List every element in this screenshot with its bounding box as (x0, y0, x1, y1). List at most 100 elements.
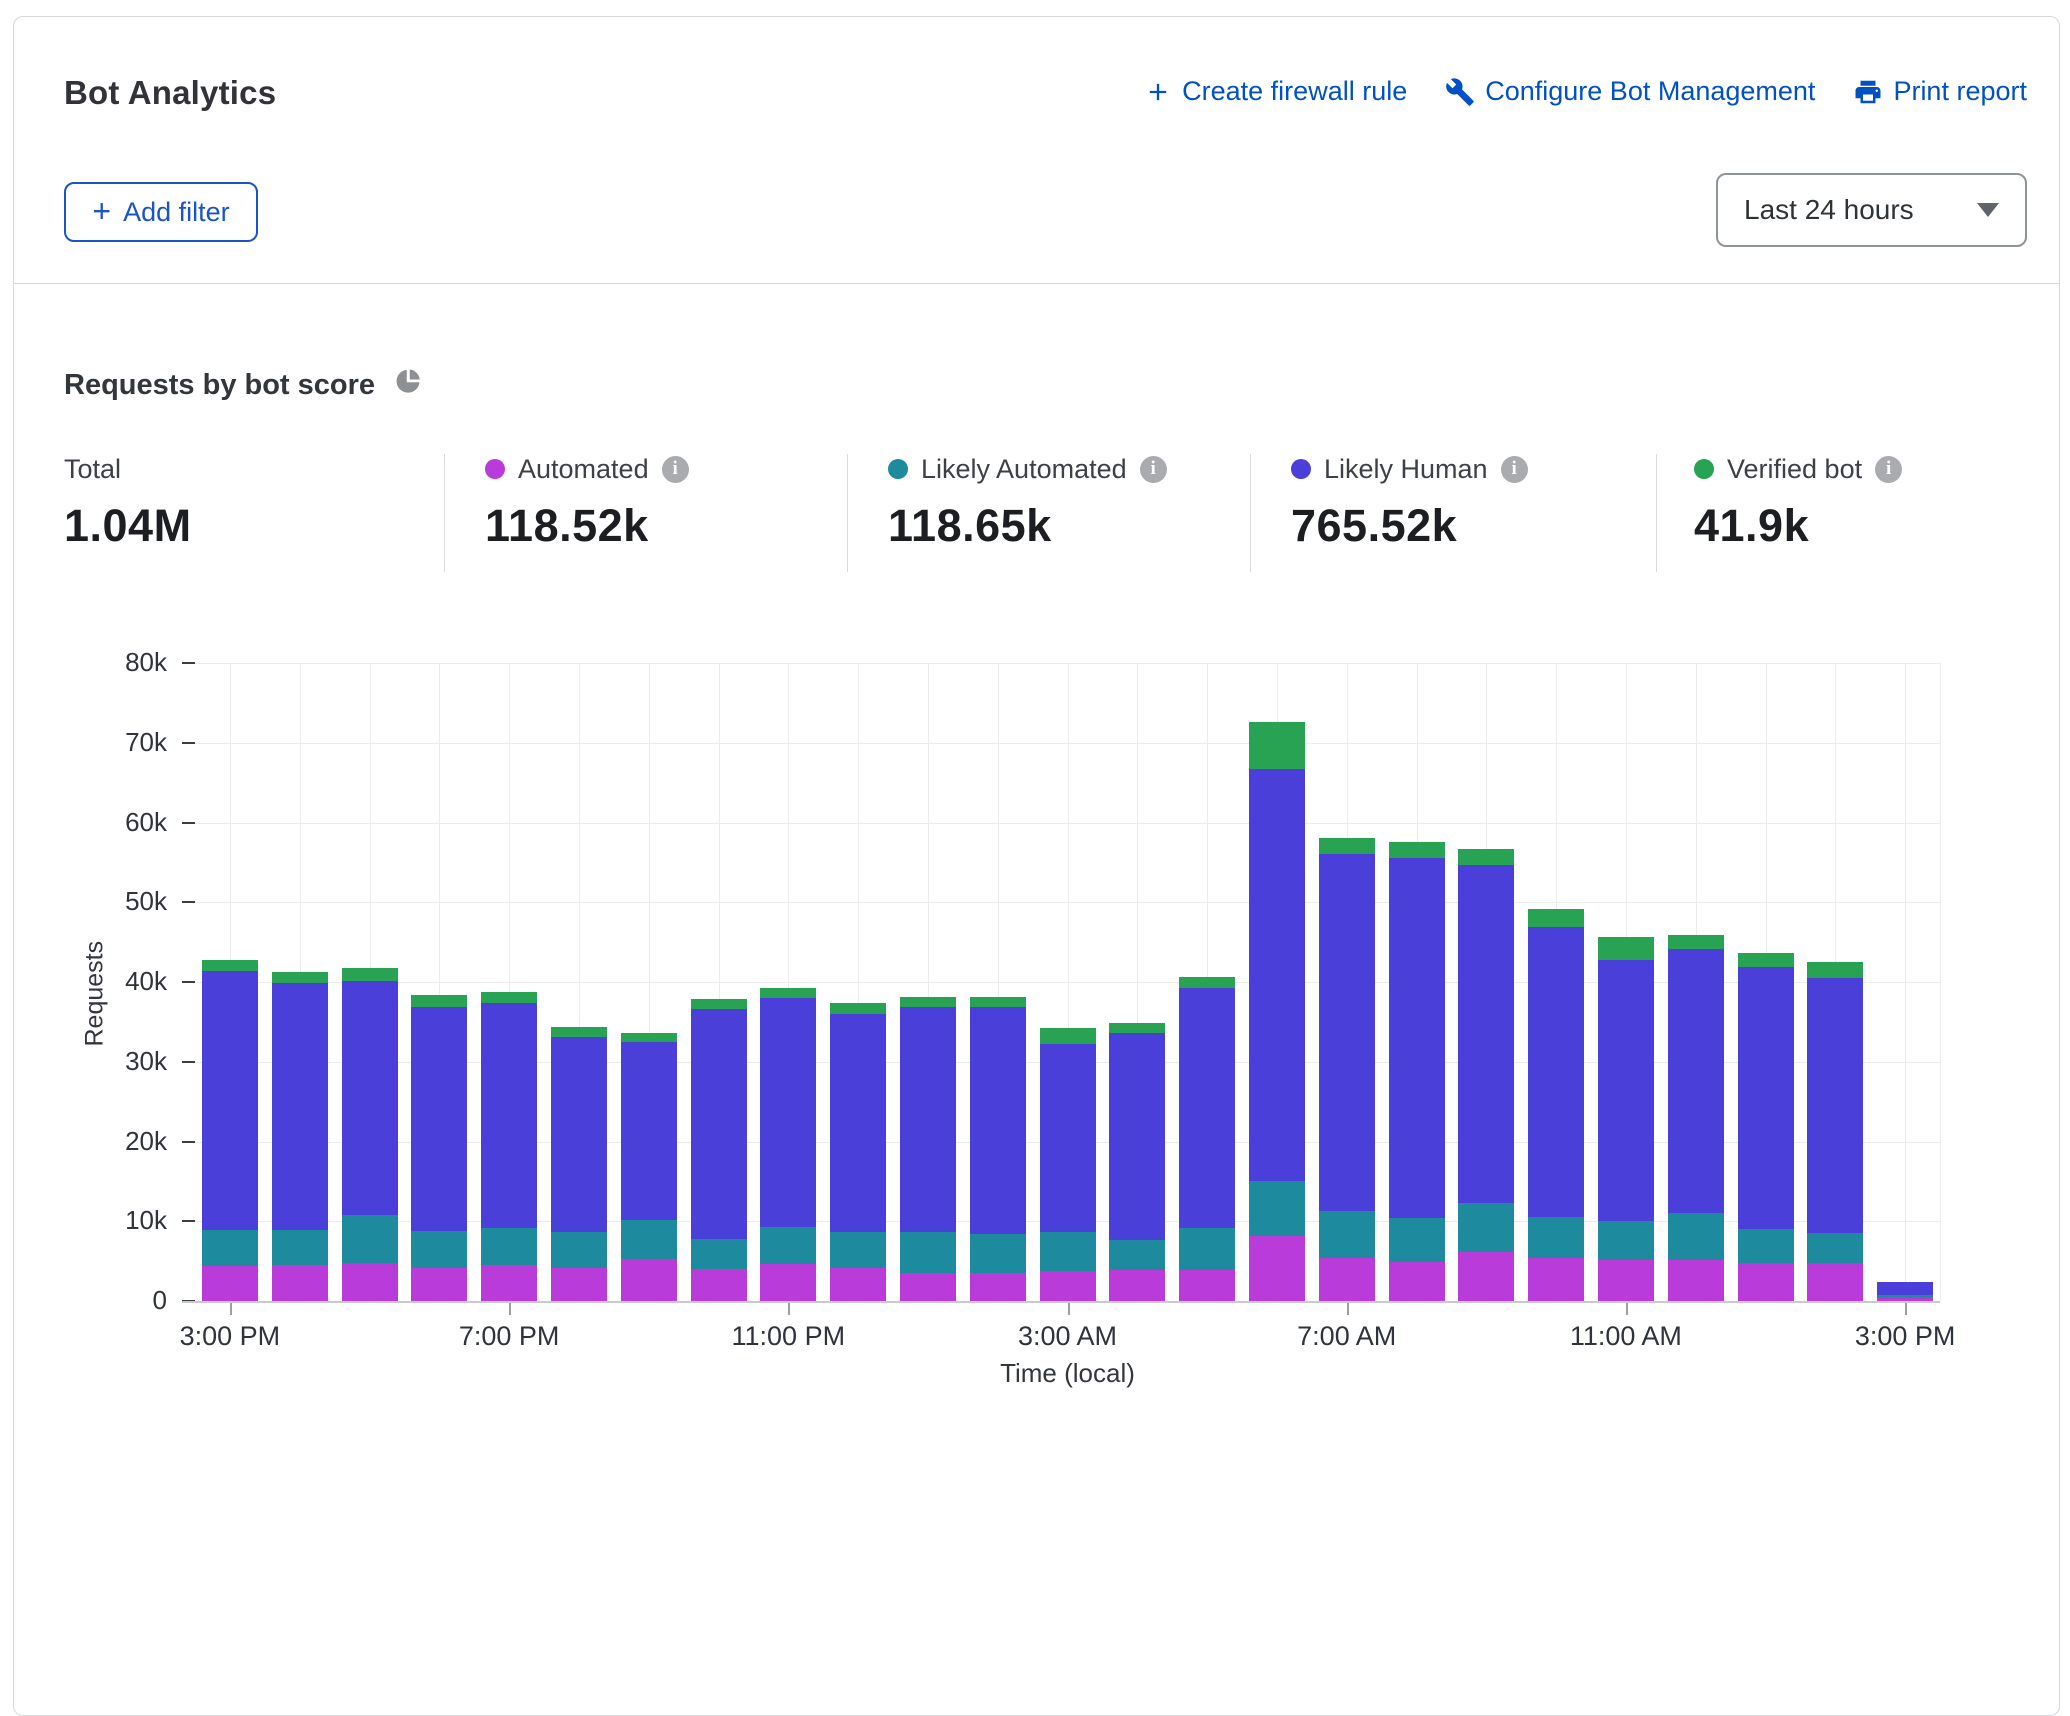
info-icon[interactable]: i (1875, 456, 1902, 483)
stats-row: Total 1.04M Automatedi118.52kLikely Auto… (0, 452, 2070, 577)
bar-segment-automated (1738, 1263, 1794, 1301)
bar-segment-automated (1249, 1236, 1305, 1301)
header-actions: Create firewall rule Configure Bot Manage… (1144, 76, 2027, 107)
action-create-firewall-rule[interactable]: Create firewall rule (1144, 76, 1407, 107)
stat-value: 118.65k (888, 500, 1167, 552)
bar-segment-automated (1668, 1260, 1724, 1301)
stacked-bar (1738, 953, 1794, 1301)
stacked-bar (830, 1003, 886, 1301)
info-icon[interactable]: i (662, 456, 689, 483)
stacked-bar (1598, 937, 1654, 1301)
section-title-text: Requests by bot score (64, 369, 375, 402)
y-axis-label: 70k (47, 727, 167, 758)
y-axis-label: 60k (47, 807, 167, 838)
bar-segment-automated (1458, 1252, 1514, 1301)
bar-segment-likely-human (1109, 1033, 1165, 1240)
x-axis-label: 7:00 PM (399, 1321, 619, 1352)
bar-segment-likely-human (1458, 865, 1514, 1203)
bar-segment-likely-automated (551, 1232, 607, 1268)
stat-total: Total 1.04M (64, 452, 192, 552)
bar-segment-likely-automated (1040, 1232, 1096, 1271)
bar-segment-verified-bot (1389, 842, 1445, 858)
legend-dot (888, 459, 908, 479)
stat-verified-bot: Verified boti41.9k (1694, 452, 1902, 552)
total-value: 1.04M (64, 500, 192, 552)
stat-divider (1250, 454, 1251, 572)
add-filter-button[interactable]: + Add filter (64, 182, 258, 242)
bar-segment-automated (830, 1268, 886, 1301)
time-range-dropdown[interactable]: Last 24 hours (1716, 173, 2027, 247)
bar-segment-verified-bot (481, 992, 537, 1003)
x-tick (1626, 1303, 1628, 1315)
stat-likely-automated: Likely Automated i 118.65k (888, 452, 1167, 552)
bar-segment-verified-bot (1738, 953, 1794, 967)
stat-label: Verified bot (1727, 454, 1862, 485)
bar-segment-likely-automated (1319, 1211, 1375, 1258)
bar-segment-likely-human (342, 981, 398, 1215)
bar-segment-verified-bot (1179, 977, 1235, 987)
info-icon[interactable]: i (1140, 456, 1167, 483)
action-print-report[interactable]: Print report (1853, 76, 2027, 107)
action-configure-bot-management[interactable]: Configure Bot Management (1445, 76, 1815, 107)
y-tick (182, 981, 195, 983)
bar-segment-automated (1807, 1263, 1863, 1301)
bar-segment-verified-bot (272, 972, 328, 983)
x-axis-title: Time (local) (868, 1358, 1268, 1389)
stat-value: 118.52k (485, 500, 689, 552)
y-tick (182, 901, 195, 903)
bar-segment-likely-automated (1807, 1233, 1863, 1263)
bar-segment-automated (411, 1268, 467, 1301)
pie-chart-icon (393, 366, 423, 404)
bar-segment-likely-human (1040, 1044, 1096, 1231)
page-title: Bot Analytics (64, 74, 276, 112)
stacked-bar (1807, 962, 1863, 1301)
stacked-bar (970, 997, 1026, 1301)
y-tick (182, 822, 195, 824)
legend-dot (1291, 459, 1311, 479)
stat-divider (847, 454, 848, 572)
bar-segment-automated (272, 1265, 328, 1301)
bar-segment-likely-human (760, 998, 816, 1227)
bar-segment-likely-human (970, 1007, 1026, 1234)
bar-segment-verified-bot (1668, 935, 1724, 949)
bar-segment-likely-automated (1668, 1213, 1724, 1259)
x-axis-label: 7:00 AM (1237, 1321, 1457, 1352)
bar-segment-likely-human (830, 1014, 886, 1233)
stat-divider (444, 454, 445, 572)
bar-segment-likely-human (481, 1003, 537, 1229)
bar-segment-automated (621, 1259, 677, 1301)
bar-segment-likely-automated (202, 1230, 258, 1266)
bar-segment-automated (1319, 1258, 1375, 1301)
time-range-value: Last 24 hours (1744, 194, 1977, 226)
x-tick (509, 1303, 511, 1315)
bar-segment-likely-human (1738, 967, 1794, 1229)
add-filter-label: Add filter (123, 197, 230, 228)
bar-segment-likely-automated (830, 1232, 886, 1267)
bar-segment-likely-automated (760, 1227, 816, 1264)
y-axis-label: 10k (47, 1205, 167, 1236)
x-axis-label: 3:00 PM (1795, 1321, 2015, 1352)
stat-label: Likely Automated (921, 454, 1127, 485)
stacked-bar (1249, 722, 1305, 1301)
bar-segment-likely-automated (970, 1234, 1026, 1273)
bar-segment-verified-bot (1249, 722, 1305, 769)
action-label: Create firewall rule (1182, 76, 1407, 107)
stacked-bar (342, 968, 398, 1301)
stacked-bar (551, 1027, 607, 1301)
bar-segment-verified-bot (1319, 838, 1375, 854)
bar-segment-likely-human (202, 971, 258, 1230)
bar-segment-automated (1389, 1262, 1445, 1301)
info-icon[interactable]: i (1501, 456, 1528, 483)
x-tick (230, 1303, 232, 1315)
bar-segment-likely-automated (621, 1220, 677, 1259)
bar-segment-automated (342, 1263, 398, 1301)
x-axis-label: 11:00 AM (1516, 1321, 1736, 1352)
stacked-bar (760, 988, 816, 1301)
stat-label: Likely Human (1324, 454, 1488, 485)
plus-icon: + (92, 195, 111, 227)
y-axis-label: 30k (47, 1046, 167, 1077)
stacked-bar (411, 995, 467, 1301)
x-axis-label: 3:00 AM (958, 1321, 1178, 1352)
x-tick (1347, 1303, 1349, 1315)
bar-segment-automated (202, 1266, 258, 1301)
